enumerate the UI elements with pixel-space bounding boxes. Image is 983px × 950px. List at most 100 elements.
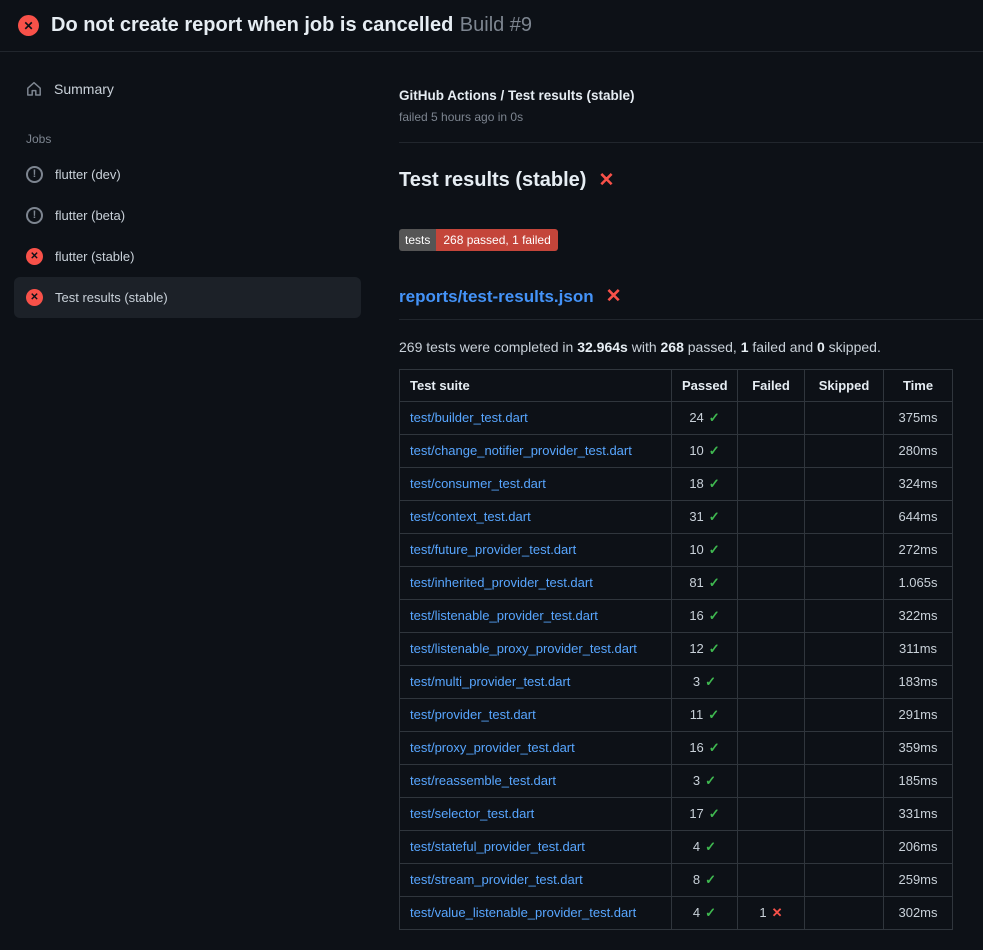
check-icon: ✓	[709, 740, 720, 755]
passed-cell: 24✓	[672, 401, 738, 434]
test-suite-link[interactable]: test/listenable_proxy_provider_test.dart	[410, 641, 637, 656]
skipped-cell	[805, 599, 884, 632]
skipped-cell	[805, 731, 884, 764]
test-suite-link[interactable]: test/provider_test.dart	[410, 707, 536, 722]
time-cell: 272ms	[884, 533, 953, 566]
job-label: flutter (beta)	[55, 208, 125, 223]
check-icon: ✓	[709, 443, 720, 458]
time-cell: 1.065s	[884, 566, 953, 599]
passed-count: 16	[689, 608, 703, 623]
column-header-skipped: Skipped	[805, 369, 884, 401]
build-number: Build #9	[460, 14, 532, 36]
check-icon: ✓	[709, 476, 720, 491]
failed-cell	[738, 665, 805, 698]
passed-cell: 3✓	[672, 764, 738, 797]
table-body: test/builder_test.dart24✓375mstest/chang…	[400, 401, 953, 929]
failed-cell	[738, 500, 805, 533]
passed-cell: 16✓	[672, 599, 738, 632]
test-suite-cell: test/reassemble_test.dart	[400, 764, 672, 797]
test-suite-link[interactable]: test/builder_test.dart	[410, 410, 528, 425]
job-label: flutter (stable)	[55, 249, 134, 264]
skipped-cell	[805, 665, 884, 698]
test-suite-cell: test/listenable_proxy_provider_test.dart	[400, 632, 672, 665]
passed-cell: 4✓	[672, 830, 738, 863]
test-suite-cell: test/selector_test.dart	[400, 797, 672, 830]
passed-cell: 8✓	[672, 863, 738, 896]
time-cell: 322ms	[884, 599, 953, 632]
passed-count: 10	[689, 542, 703, 557]
table-row: test/value_listenable_provider_test.dart…	[400, 896, 953, 929]
page-title: Do not create report when job is cancell…	[51, 14, 453, 36]
failed-cell	[738, 599, 805, 632]
test-suite-cell: test/context_test.dart	[400, 500, 672, 533]
failed-cell	[738, 632, 805, 665]
job-label: flutter (dev)	[55, 167, 121, 182]
test-suite-link[interactable]: test/multi_provider_test.dart	[410, 674, 570, 689]
sidebar-job-flutter-stable[interactable]: ✕ flutter (stable)	[14, 236, 361, 277]
table-row: test/inherited_provider_test.dart81✓1.06…	[400, 566, 953, 599]
time-cell: 185ms	[884, 764, 953, 797]
badge-label: tests	[399, 229, 436, 251]
test-suite-link[interactable]: test/value_listenable_provider_test.dart	[410, 905, 636, 920]
passed-cell: 17✓	[672, 797, 738, 830]
sidebar-job-flutter-beta[interactable]: ! flutter (beta)	[14, 195, 361, 236]
passed-count: 18	[689, 476, 703, 491]
test-suite-link[interactable]: test/selector_test.dart	[410, 806, 534, 821]
table-row: test/consumer_test.dart18✓324ms	[400, 467, 953, 500]
sidebar-item-summary[interactable]: Summary	[14, 72, 361, 106]
failed-icon: ✕	[26, 248, 43, 265]
skipped-cell	[805, 434, 884, 467]
test-suite-cell: test/provider_test.dart	[400, 698, 672, 731]
test-suite-link[interactable]: test/future_provider_test.dart	[410, 542, 576, 557]
test-suite-cell: test/stateful_provider_test.dart	[400, 830, 672, 863]
test-suite-link[interactable]: test/consumer_test.dart	[410, 476, 546, 491]
home-icon	[26, 81, 42, 97]
column-header-failed: Failed	[738, 369, 805, 401]
skipped-cell	[805, 896, 884, 929]
passed-cell: 10✓	[672, 434, 738, 467]
time-cell: 359ms	[884, 731, 953, 764]
failed-cell	[738, 698, 805, 731]
test-suite-link[interactable]: test/inherited_provider_test.dart	[410, 575, 593, 590]
summary-text-part: failed and	[749, 339, 818, 355]
test-suite-cell: test/builder_test.dart	[400, 401, 672, 434]
test-suite-link[interactable]: test/change_notifier_provider_test.dart	[410, 443, 632, 458]
column-header-passed: Passed	[672, 369, 738, 401]
test-suite-link[interactable]: test/stateful_provider_test.dart	[410, 839, 585, 854]
skipped-cell	[805, 566, 884, 599]
failed-cell	[738, 863, 805, 896]
passed-cell: 3✓	[672, 665, 738, 698]
check-icon: ✓	[705, 872, 716, 887]
warning-icon: !	[26, 166, 43, 183]
sidebar-job-test-results-stable[interactable]: ✕Test results (stable)	[14, 277, 361, 318]
failed-x-icon: ✕	[598, 171, 614, 190]
failed-cell	[738, 830, 805, 863]
failed-cell	[738, 764, 805, 797]
passed-count: 4	[693, 905, 700, 920]
warning-icon: !	[26, 207, 43, 224]
test-suite-cell: test/future_provider_test.dart	[400, 533, 672, 566]
check-icon: ✓	[705, 839, 716, 854]
test-suite-link[interactable]: test/reassemble_test.dart	[410, 773, 556, 788]
section-title-text: Test results (stable)	[399, 169, 586, 192]
passed-count: 17	[689, 806, 703, 821]
failed-cell	[738, 467, 805, 500]
skipped-cell	[805, 863, 884, 896]
sidebar: Summary Jobs !flutter (dev)!flutter (bet…	[0, 52, 375, 318]
skipped-cell	[805, 533, 884, 566]
passed-count: 12	[689, 641, 703, 656]
test-suite-link[interactable]: test/listenable_provider_test.dart	[410, 608, 598, 623]
test-suite-link[interactable]: test/proxy_provider_test.dart	[410, 740, 575, 755]
test-suite-link[interactable]: test/stream_provider_test.dart	[410, 872, 583, 887]
passed-count: 11	[690, 707, 704, 722]
summary-text-part: skipped.	[825, 339, 881, 355]
time-cell: 206ms	[884, 830, 953, 863]
summary-skipped-count: 0	[817, 339, 825, 355]
failed-count: 1	[759, 905, 766, 920]
test-suite-link[interactable]: test/context_test.dart	[410, 509, 531, 524]
test-suite-cell: test/change_notifier_provider_test.dart	[400, 434, 672, 467]
sidebar-job-flutter-dev[interactable]: ! flutter (dev)	[14, 154, 361, 195]
table-row: test/provider_test.dart11✓291ms	[400, 698, 953, 731]
x-icon: ✕	[772, 905, 783, 920]
report-file-link[interactable]: reports/test-results.json	[399, 287, 594, 307]
